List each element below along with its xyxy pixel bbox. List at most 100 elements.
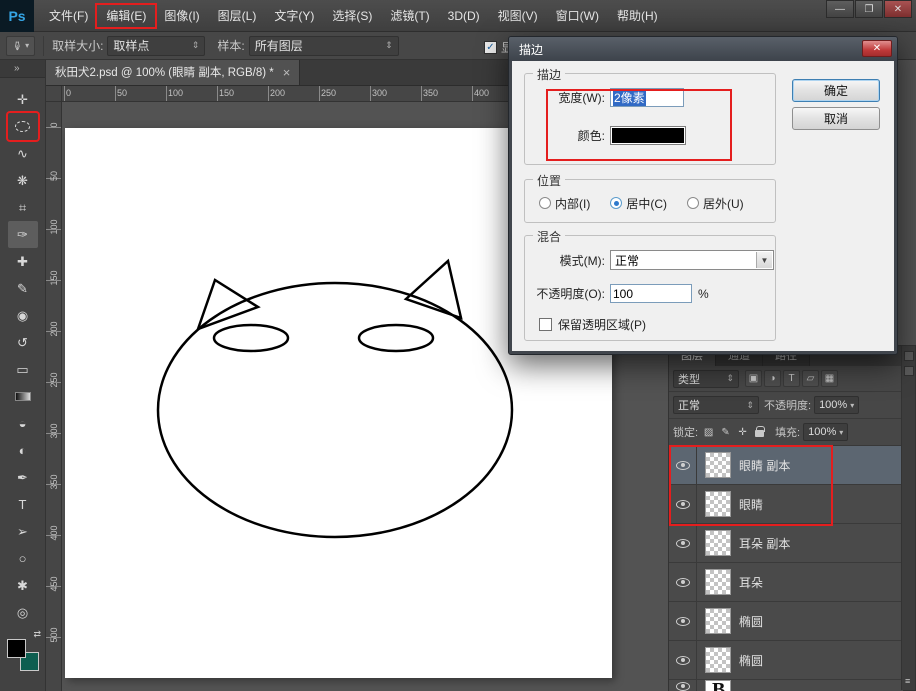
visibility-toggle[interactable] [669, 563, 697, 601]
brush-icon: ✎ [17, 281, 28, 297]
blur-tool[interactable]: ◒ [8, 410, 38, 437]
stroke-color-swatch[interactable] [610, 126, 686, 145]
pen-tool[interactable]: ✒ [8, 464, 38, 491]
layer-thumbnail: B [705, 680, 731, 691]
layer-row[interactable]: 眼睛 [669, 485, 903, 524]
brush-tool[interactable]: ✎ [8, 275, 38, 302]
path-selection-tool[interactable]: ➢ [8, 518, 38, 545]
quick-selection-tool[interactable]: ❋ [8, 167, 38, 194]
zoom-tool[interactable]: ◎ [8, 599, 38, 626]
visibility-toggle[interactable] [669, 524, 697, 562]
swap-colors-icon[interactable]: ⇄ [33, 629, 41, 640]
rail-button[interactable] [904, 366, 914, 376]
layer-row[interactable]: 耳朵 [669, 563, 903, 602]
document-tab[interactable]: 秋田犬2.psd @ 100% (眼睛 副本, RGB/8) * × [46, 59, 300, 85]
menu-item[interactable]: 视图(V) [489, 5, 547, 27]
eraser-tool[interactable]: ▭ [8, 356, 38, 383]
ruler-corner [46, 86, 62, 102]
hand-tool[interactable]: ✱ [8, 572, 38, 599]
position-option[interactable]: 居中(C) [610, 195, 667, 212]
document-tab-title: 秋田犬2.psd @ 100% (眼睛 副本, RGB/8) * [55, 64, 274, 80]
layer-fill-dropdown[interactable]: 100% ▾ [803, 423, 848, 441]
dialog-close-button[interactable]: ✕ [862, 40, 892, 57]
type-tool[interactable]: T [8, 491, 38, 518]
layer-row[interactable]: 耳朵 副本 [669, 524, 903, 563]
menu-item[interactable]: 3D(D) [439, 5, 489, 27]
menu-item[interactable]: 滤镜(T) [381, 5, 438, 27]
panel-menu-icon[interactable]: ≡ [905, 676, 910, 686]
updown-icon: ⇕ [726, 373, 734, 384]
tab-close-button[interactable]: × [283, 65, 291, 80]
pixel-filter-icon[interactable]: ▣ [745, 370, 762, 387]
menu-item[interactable]: 图像(I) [155, 5, 208, 27]
tool-preset-picker[interactable]: ✑ ▾ [6, 36, 35, 56]
close-button[interactable]: ✕ [884, 0, 912, 18]
preserve-transparency-checkbox[interactable] [539, 318, 552, 331]
clone-stamp-tool[interactable]: ◉ [8, 302, 38, 329]
visibility-toggle[interactable] [669, 485, 697, 523]
lock-all-icon[interactable] [752, 424, 767, 440]
layer-row[interactable]: B [669, 680, 903, 691]
sample-size-dropdown[interactable]: 取样点 ⇕ [107, 36, 205, 56]
menu-item[interactable]: 窗口(W) [547, 5, 608, 27]
dialog-opacity-input[interactable]: 100 [610, 284, 692, 303]
position-option[interactable]: 居外(U) [687, 195, 744, 212]
ruler-number: 0 [66, 88, 71, 98]
layer-row[interactable]: 椭圆 [669, 641, 903, 680]
ruler-number: 100 [168, 88, 183, 98]
path-selection-icon: ➢ [17, 524, 28, 540]
lasso-tool[interactable]: ∿ [8, 140, 38, 167]
lock-position-icon[interactable]: ✛ [735, 424, 750, 440]
shape-filter-icon[interactable]: ▱ [802, 370, 819, 387]
filter-kind-dropdown[interactable]: 类型 ⇕ [673, 370, 739, 388]
collapse-toolbar-button[interactable]: » [0, 60, 45, 78]
dodge-tool[interactable]: ◐ [8, 437, 38, 464]
group-legend: 位置 [533, 172, 565, 189]
menu-item[interactable]: 图层(L) [209, 5, 266, 27]
eyedropper-tool[interactable]: ✑ [8, 221, 38, 248]
group-legend: 混合 [533, 228, 565, 245]
menu-item[interactable]: 选择(S) [323, 5, 381, 27]
cancel-button[interactable]: 取消 [792, 107, 880, 130]
crop-tool[interactable]: ⌗ [8, 194, 38, 221]
layer-row[interactable]: 椭圆 [669, 602, 903, 641]
lock-transparency-icon[interactable]: ▨ [701, 424, 716, 440]
ellipse-icon: ○ [19, 551, 27, 566]
layer-row[interactable]: 眼睛 副本 [669, 446, 903, 485]
dodge-icon: ◐ [19, 443, 27, 458]
elliptical-marquee-tool[interactable] [8, 113, 38, 140]
blend-mode-dropdown[interactable]: 正常 ⇕ [673, 396, 759, 414]
visibility-toggle[interactable] [669, 641, 697, 679]
dialog-title-bar[interactable]: 描边 ✕ [509, 37, 897, 61]
menu-item[interactable]: 编辑(E) [97, 5, 155, 27]
sample-layers-dropdown[interactable]: 所有图层 ⇕ [249, 36, 399, 56]
menu-item[interactable]: 帮助(H) [608, 5, 667, 27]
minimize-button[interactable]: — [826, 0, 854, 18]
menu-item[interactable]: 文件(F) [40, 5, 97, 27]
lock-pixels-icon[interactable]: ✎ [718, 424, 733, 440]
history-brush-tool[interactable]: ↺ [8, 329, 38, 356]
move-tool[interactable]: ✛ [8, 86, 38, 113]
type-filter-icon[interactable]: T [783, 370, 800, 387]
ruler-number: 50 [117, 88, 127, 98]
visibility-toggle[interactable] [669, 446, 697, 484]
smart-object-filter-icon[interactable]: ▦ [821, 370, 838, 387]
visibility-toggle[interactable] [669, 602, 697, 640]
menu-item[interactable]: 文字(Y) [265, 5, 323, 27]
stroke-width-input[interactable]: 2像素 [610, 88, 684, 107]
gradient-tool[interactable] [8, 383, 38, 410]
healing-brush-tool[interactable]: ✚ [8, 248, 38, 275]
foreground-color-swatch[interactable] [7, 639, 26, 658]
visibility-toggle[interactable] [669, 680, 697, 691]
maximize-button[interactable]: ❐ [855, 0, 883, 18]
adjustment-filter-icon[interactable]: ◑ [764, 370, 781, 387]
checkbox[interactable]: ✓ [484, 41, 497, 54]
rail-button[interactable] [904, 351, 914, 361]
mode-dropdown[interactable]: 正常 ▼ [610, 250, 774, 270]
position-option[interactable]: 内部(I) [539, 195, 590, 212]
ok-button[interactable]: 确定 [792, 79, 880, 102]
layer-thumbnail [705, 530, 731, 556]
layer-opacity-dropdown[interactable]: 100% ▾ [814, 396, 859, 414]
ellipse-tool[interactable]: ○ [8, 545, 38, 572]
position-group: 位置 内部(I)居中(C)居外(U) [524, 179, 776, 223]
